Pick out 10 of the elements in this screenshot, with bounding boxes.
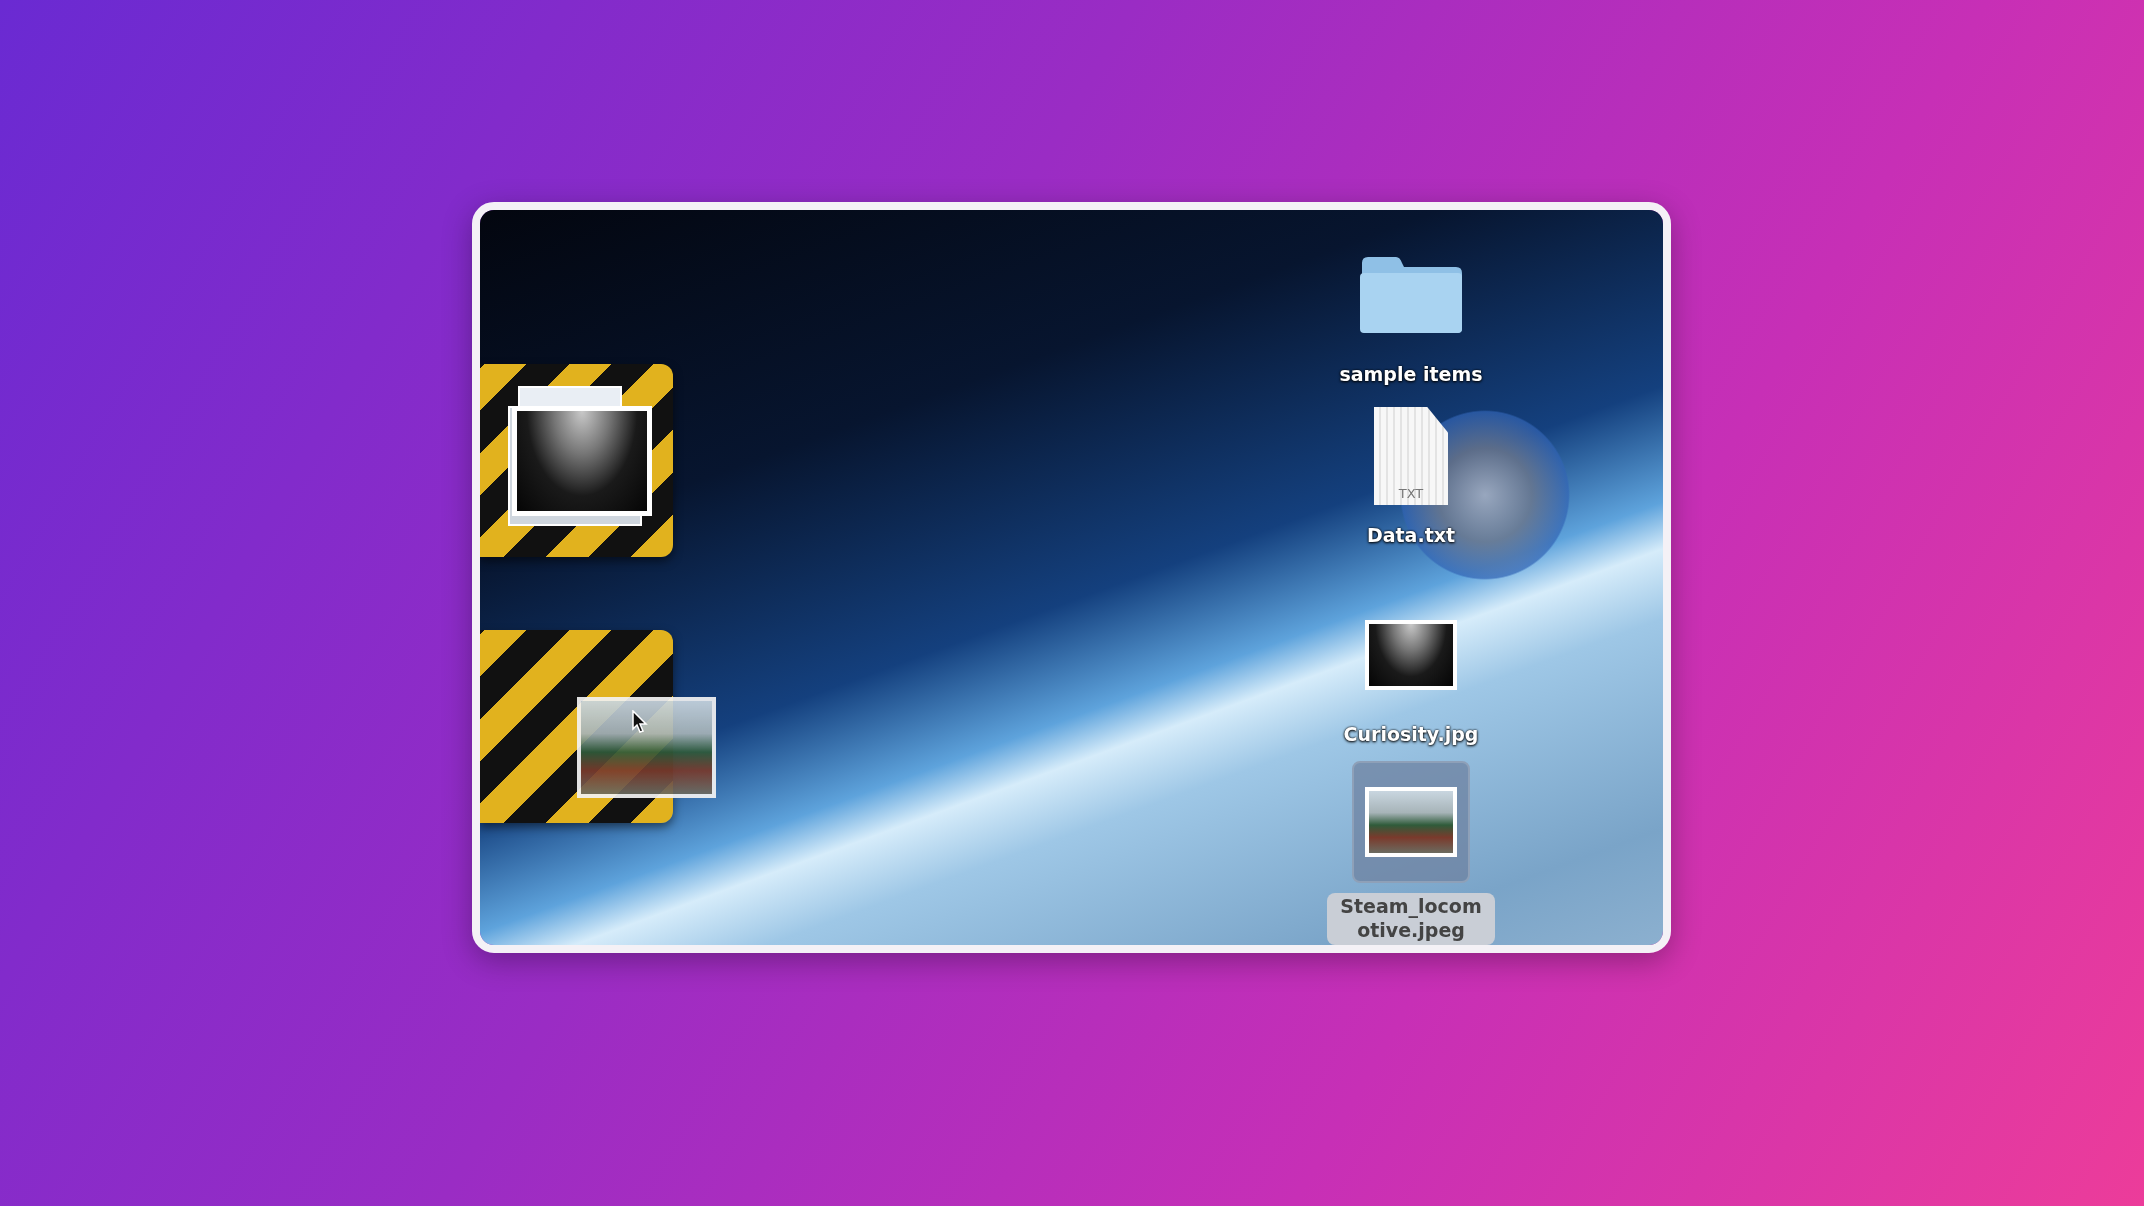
file-name-label[interactable]: Steam_locomotive.jpeg bbox=[1327, 893, 1495, 945]
folder-icon bbox=[1358, 255, 1464, 335]
hazard-stripe-drop-zone[interactable] bbox=[480, 364, 673, 557]
file-icon-tile[interactable]: TXT bbox=[1354, 400, 1468, 512]
text-document-icon: TXT bbox=[1374, 407, 1448, 505]
dragged-photo-thumbnail[interactable] bbox=[577, 697, 716, 798]
file-icon-tile[interactable] bbox=[1352, 761, 1470, 883]
mouse-pointer-icon bbox=[632, 710, 648, 734]
file-name-label[interactable]: sample items bbox=[1329, 361, 1493, 387]
file-name-label[interactable]: Data.txt bbox=[1356, 522, 1466, 548]
